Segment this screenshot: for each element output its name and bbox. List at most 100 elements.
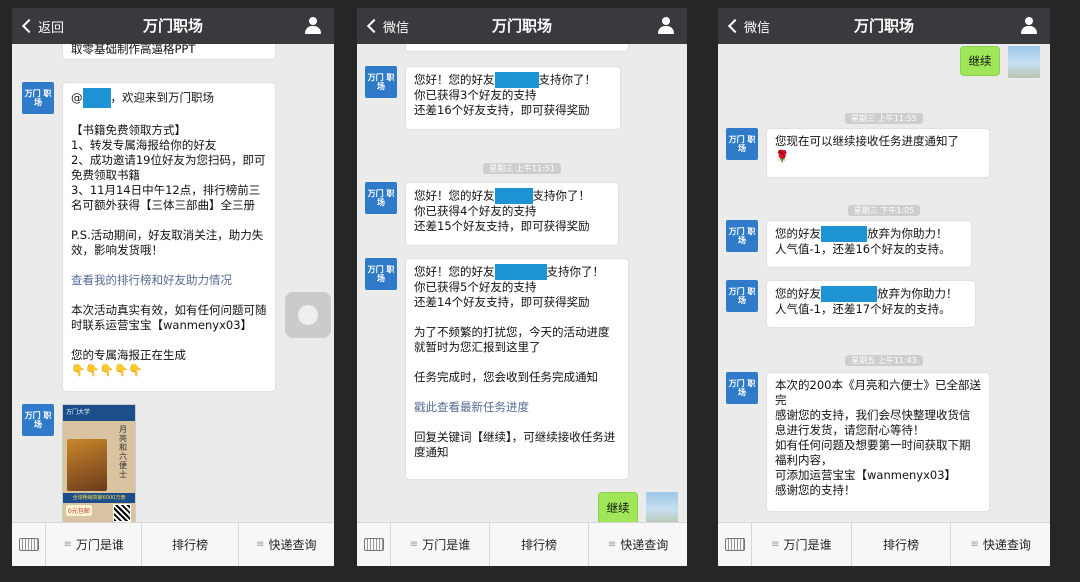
official-account-avatar[interactable]: 万门 职场 xyxy=(22,82,54,114)
avatar-text: 万门 职场 xyxy=(728,135,756,153)
official-account-avatar[interactable]: 万门 职场 xyxy=(365,66,397,98)
menu-label: 万门是谁 xyxy=(422,538,471,552)
back-button[interactable]: 微信 xyxy=(724,8,770,44)
message-prefix: 您的好友 xyxy=(775,286,821,301)
assistive-touch-button[interactable] xyxy=(285,292,331,338)
avatar-text: 万门 职场 xyxy=(24,411,52,429)
menu-lines-icon: ≡ xyxy=(771,539,780,550)
bottom-menu: ≡ 万门是谁 排行榜 ≡ 快递查询 xyxy=(12,522,334,566)
poster-price: 0元包邮 xyxy=(66,505,92,516)
message-bubble: 本次的200本《月亮和六便士》已全部送完 感谢您的支持，我们会尽快整理收货信息进… xyxy=(766,372,990,512)
user-avatar[interactable] xyxy=(1008,46,1040,78)
user-message-bubble: 继续 xyxy=(598,492,638,522)
back-button[interactable]: 微信 xyxy=(363,8,409,44)
progress-link[interactable]: 戳此查看最新任务进度 xyxy=(414,400,529,414)
poster-book-title: 月亮和六便士 xyxy=(119,425,127,479)
menu-item-ranking[interactable]: 排行榜 xyxy=(852,523,952,566)
message-suffix: 支持你了！ xyxy=(532,188,591,203)
menu-item-about[interactable]: ≡ 万门是谁 xyxy=(46,523,143,566)
navbar: 微信 万门职场 xyxy=(718,8,1050,44)
menu-label: 快递查询 xyxy=(982,538,1031,552)
timestamp: 星期三 上午11:51 xyxy=(357,156,687,175)
menu-label: 排行榜 xyxy=(883,538,920,552)
menu-label: 快递查询 xyxy=(268,538,317,552)
timestamp: 星期三 上午11:55 xyxy=(718,106,1050,125)
keyboard-toggle-button[interactable] xyxy=(12,523,46,566)
user-avatar[interactable] xyxy=(646,492,678,522)
official-account-avatar[interactable]: 万门 职场 xyxy=(726,372,758,404)
rank-link[interactable]: 查看我的排行榜和好友助力情况 xyxy=(71,273,232,287)
message-suffix: 放弃为你助力！ xyxy=(867,226,948,241)
keyboard-toggle-button[interactable] xyxy=(357,523,391,566)
redacted-name xyxy=(821,286,877,302)
message-prefix: 您好！您的好友 xyxy=(414,264,495,279)
user-profile-icon[interactable] xyxy=(1020,17,1038,35)
timestamp: 星期五 上午11:43 xyxy=(718,348,1050,367)
message-prefix: 您的好友 xyxy=(775,226,821,241)
keyboard-icon xyxy=(724,538,745,551)
menu-label: 排行榜 xyxy=(520,538,557,552)
user-message-bubble: 继续 xyxy=(960,46,1000,76)
message-text: 你已获得3个好友的支持 还差16个好友支持，即可获得奖励 xyxy=(414,88,590,117)
welcome-suffix: ，欢迎来到万门职场 xyxy=(110,90,215,105)
message-text: 人气值-1，还差17个好友的支持。 xyxy=(775,302,951,316)
avatar-text: 万门 职场 xyxy=(728,287,756,305)
pointing-down-emoji-row: 👇👇👇👇👇 xyxy=(71,363,143,377)
menu-item-ranking[interactable]: 排行榜 xyxy=(490,523,589,566)
back-label: 返回 xyxy=(38,20,65,36)
menu-label: 排行榜 xyxy=(171,538,208,552)
menu-item-tracking[interactable]: ≡ 快递查询 xyxy=(239,523,334,566)
chat-area[interactable]: 万门 职场 您好！您的好友 支持你了！ 你已获得3个好友的支持 还差16个好友支持… xyxy=(357,44,687,522)
menu-label: 万门是谁 xyxy=(783,538,832,552)
welcome-prefix: @ xyxy=(71,90,83,105)
message-suffix: 放弃为你助力！ xyxy=(877,286,958,301)
keyboard-toggle-button[interactable] xyxy=(718,523,752,566)
user-profile-icon[interactable] xyxy=(657,17,675,35)
message-bubble: 您好！您的好友 支持你了！ 你已获得3个好友的支持 还差16个好友支持，即可获得奖… xyxy=(405,66,621,130)
user-profile-icon[interactable] xyxy=(304,17,322,35)
bottom-menu: ≡ 万门是谁 排行榜 ≡ 快递查询 xyxy=(357,522,687,566)
official-account-avatar[interactable]: 万门 职场 xyxy=(726,280,758,312)
official-account-avatar[interactable]: 万门 职场 xyxy=(365,258,397,290)
message-suffix: 支持你了！ xyxy=(546,264,605,279)
keyboard-icon xyxy=(18,538,39,551)
redacted-name xyxy=(494,188,533,204)
message-text: 取零基础制作高逼格PPT xyxy=(71,44,196,56)
redacted-name xyxy=(494,72,539,88)
bottom-menu: ≡ 万门是谁 排行榜 ≡ 快递查询 xyxy=(718,522,1050,566)
avatar-text: 万门 职场 xyxy=(728,227,756,245)
message-prefix: 您好！您的好友 xyxy=(414,188,495,203)
menu-item-tracking[interactable]: ≡ 快递查询 xyxy=(589,523,687,566)
message-bubble: 您现在可以继续接收任务进度通知了 🌹 xyxy=(766,128,990,178)
rose-emoji: 🌹 xyxy=(775,149,790,163)
menu-lines-icon: ≡ xyxy=(63,539,72,550)
official-account-avatar[interactable]: 万门 职场 xyxy=(726,128,758,160)
redacted-name xyxy=(82,88,111,108)
message-text: 您现在可以继续接收任务进度通知了 xyxy=(775,134,959,148)
message-bubble: 您好！您的好友 支持你了！ 你已获得4个好友的支持 还差15个好友支持，即可获得奖… xyxy=(405,182,619,246)
menu-item-about[interactable]: ≡ 万门是谁 xyxy=(391,523,490,566)
menu-item-ranking[interactable]: 排行榜 xyxy=(142,523,239,566)
book-poster-image[interactable]: 万门大学 月亮和六便士 全球畅销突破6000万册 0元包邮 xyxy=(62,404,136,522)
poster-generating-text: 您的专属海报正在生成 xyxy=(71,348,186,362)
qr-code xyxy=(113,504,131,522)
chat-area[interactable]: 取零基础制作高逼格PPT 万门 职场 @ ，欢迎来到万门职场 【书籍免费领取方式】… xyxy=(12,44,334,522)
back-button[interactable]: 返回 xyxy=(18,8,64,44)
avatar-text: 万门 职场 xyxy=(367,265,395,283)
menu-item-tracking[interactable]: ≡ 快递查询 xyxy=(951,523,1050,566)
official-account-avatar[interactable]: 万门 职场 xyxy=(726,220,758,252)
official-account-avatar[interactable]: 万门 职场 xyxy=(22,404,54,436)
avatar-text: 万门 职场 xyxy=(24,89,52,107)
menu-item-about[interactable]: ≡ 万门是谁 xyxy=(752,523,852,566)
chat-area[interactable]: 继续 星期三 上午11:55 万门 职场 您现在可以继续接收任务进度通知了 🌹 … xyxy=(718,44,1050,522)
rules-text: 【书籍免费领取方式】 1、转发专属海报给你的好友 2、成功邀请19位好友为您扫码… xyxy=(71,123,266,257)
navbar: 微信 万门职场 xyxy=(357,8,687,44)
assistive-touch-icon xyxy=(298,305,318,325)
screen-3: 微信 万门职场 继续 星期三 上午11:55 万门 职场 您现在可以继续接收任务… xyxy=(718,8,1050,566)
official-account-avatar[interactable]: 万门 职场 xyxy=(365,182,397,214)
poster-brand: 万门大学 xyxy=(63,405,135,421)
message-text: 继续 xyxy=(606,501,630,515)
screen-1: 返回 万门职场 取零基础制作高逼格PPT 万门 职场 @ ，欢迎来到万门职场 【书… xyxy=(12,8,334,566)
poster-badge: 全球畅销突破6000万册 xyxy=(63,493,135,503)
contact-text: 本次活动真实有效，如有任何问题可随时联系运营宝宝【wanmenyx03】 xyxy=(71,303,267,332)
